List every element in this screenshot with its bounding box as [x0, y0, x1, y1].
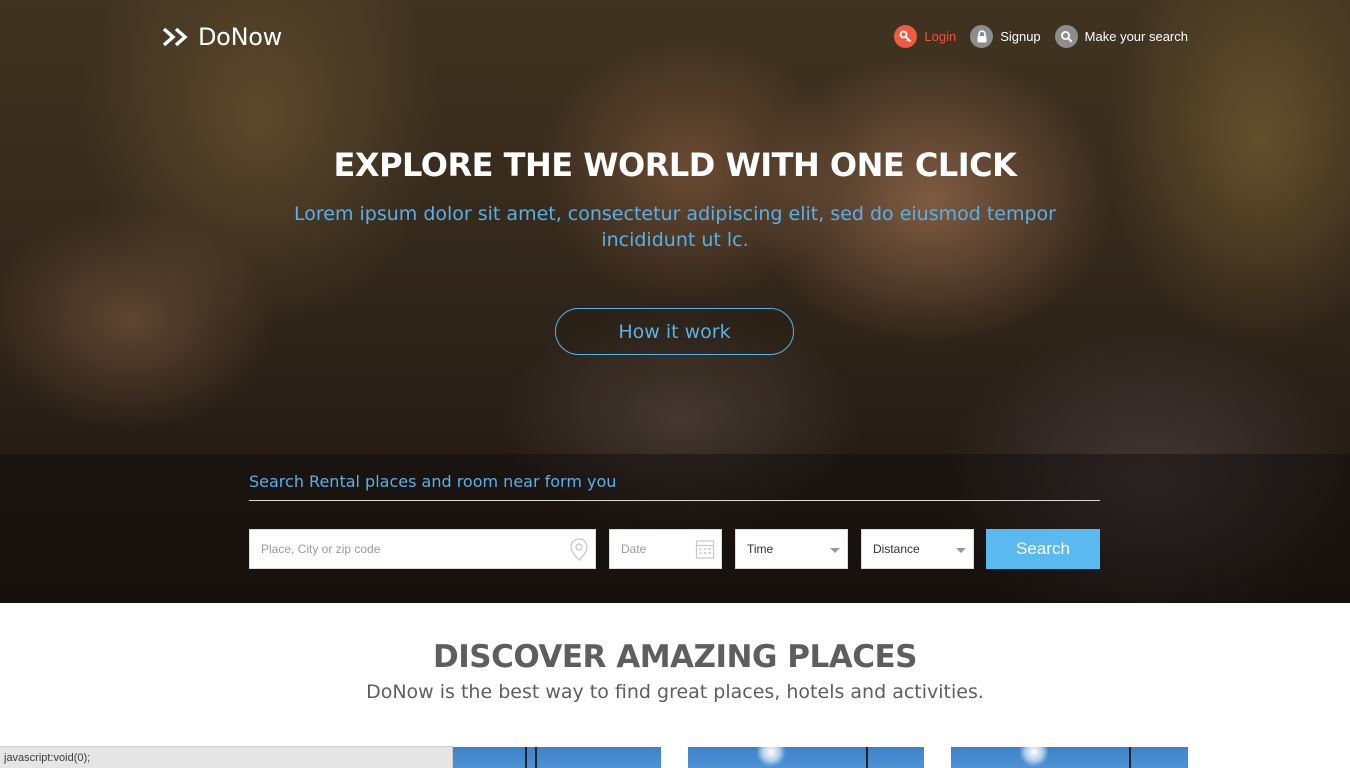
hero-subtitle: Lorem ipsum dolor sit amet, consectetur …: [293, 203, 1056, 251]
time-select[interactable]: Time: [735, 529, 848, 569]
lock-icon: [970, 25, 994, 48]
key-icon: [894, 25, 918, 48]
signup-link[interactable]: Signup: [970, 25, 1041, 48]
card-image-detail: [866, 747, 868, 768]
search-heading: Search Rental places and room near form …: [249, 472, 617, 491]
browser-status-bar: javascript:void(0);: [0, 746, 453, 768]
chevron-down-icon: [956, 548, 966, 553]
search-button[interactable]: Search: [986, 529, 1100, 569]
place-field[interactable]: [249, 529, 596, 569]
double-chevron-icon: [162, 27, 188, 47]
time-select-value: Time: [747, 542, 774, 556]
place-card[interactable]: [453, 747, 661, 768]
card-image-detail: [1019, 747, 1049, 767]
hero-title: EXPLORE THE WORLD WITH ONE CLICK: [333, 146, 1017, 184]
make-search-label: Make your search: [1084, 29, 1188, 44]
map-pin-icon: [570, 538, 588, 561]
login-label: Login: [924, 29, 957, 44]
place-input[interactable]: [261, 530, 595, 568]
date-field[interactable]: [609, 529, 722, 569]
card-image-detail: [756, 747, 786, 767]
signup-label: Signup: [1000, 29, 1041, 44]
card-image-detail: [1129, 747, 1131, 768]
distance-select[interactable]: Distance: [861, 529, 974, 569]
search-icon: [1054, 25, 1078, 48]
calendar-icon: [695, 540, 715, 559]
logo[interactable]: DoNow: [162, 22, 282, 52]
hero-banner: [0, 0, 1350, 603]
discover-title: DISCOVER AMAZING PLACES: [433, 639, 917, 675]
place-card[interactable]: [951, 747, 1188, 768]
card-image-detail: [525, 747, 527, 768]
divider: [249, 500, 1100, 501]
top-nav: Login Signup Make your search: [880, 25, 1188, 48]
chevron-down-icon: [830, 548, 840, 553]
logo-text: DoNow: [198, 23, 282, 51]
discover-subtitle: DoNow is the best way to find great plac…: [366, 681, 984, 703]
login-link[interactable]: Login: [894, 25, 956, 48]
place-card[interactable]: [688, 747, 924, 768]
make-search-link[interactable]: Make your search: [1054, 25, 1188, 48]
how-it-works-button[interactable]: How it work: [555, 308, 794, 355]
distance-select-value: Distance: [873, 542, 920, 556]
card-image-detail: [535, 747, 537, 768]
